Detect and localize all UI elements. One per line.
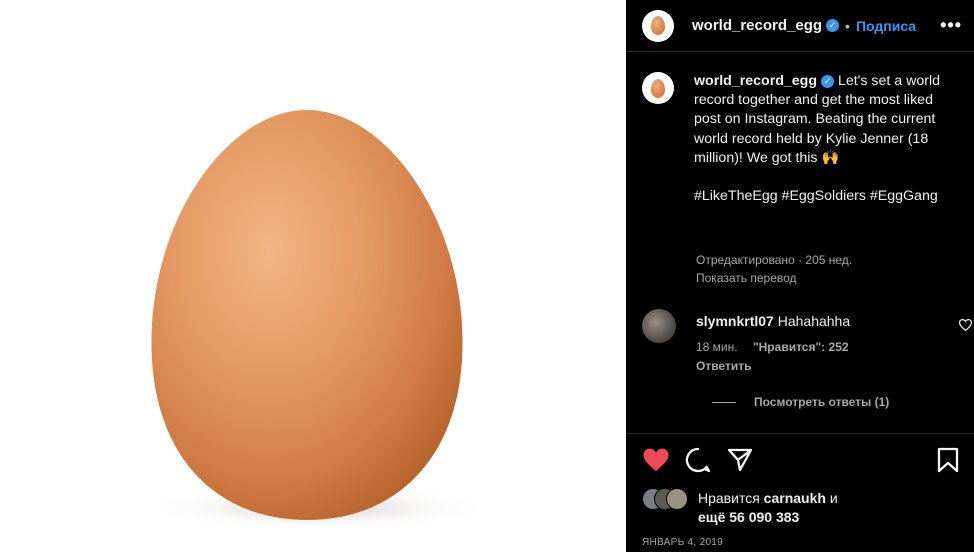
caption-username[interactable]: world_record_egg <box>694 73 817 89</box>
translate-link[interactable]: Показать перевод <box>696 271 797 285</box>
likes-user[interactable]: carnaukh <box>764 490 826 506</box>
likes-summary[interactable]: Нравится carnaukh и ещё 56 090 383 <box>698 489 958 527</box>
header-separator: • <box>845 17 850 34</box>
likes-and: и <box>829 490 838 506</box>
liker-avatars[interactable] <box>642 488 688 510</box>
comment-meta: 18 мин. "Нравится": 252 <box>696 340 849 354</box>
liker-avatar <box>666 488 688 510</box>
caption: world_record_egg ✓ Let's set a world reco… <box>642 72 962 206</box>
commenter-avatar[interactable] <box>642 309 676 343</box>
egg-avatar-icon <box>651 78 665 98</box>
author-username[interactable]: world_record_egg <box>692 17 822 34</box>
likes-prefix: Нравится <box>698 490 760 506</box>
post-header: world_record_egg ✓ • Подписа ••• <box>626 0 974 52</box>
view-replies-line <box>712 401 736 403</box>
comment-likes[interactable]: "Нравится": 252 <box>753 340 849 354</box>
view-replies-label: Посмотреть ответы (1) <box>754 395 890 409</box>
post-date: ЯНВАРЬ 4, 2019 <box>642 537 724 548</box>
comment-heart-icon[interactable] <box>959 319 972 331</box>
caption-avatar[interactable] <box>642 72 674 104</box>
comment-time: 18 мин. <box>696 340 738 354</box>
egg-avatar-icon <box>651 16 665 35</box>
divider <box>626 433 974 434</box>
comment-body: Hahahahha <box>777 313 851 329</box>
egg-photo <box>143 110 493 530</box>
verified-badge-icon: ✓ <box>826 19 840 32</box>
post-image[interactable] <box>0 0 626 552</box>
follow-button[interactable]: Подписа <box>856 18 916 34</box>
likes-count[interactable]: ещё 56 090 383 <box>698 509 799 525</box>
author-avatar[interactable] <box>642 9 674 42</box>
post-sidebar: world_record_egg ✓ • Подписа ••• world_r… <box>626 0 974 552</box>
verified-badge-icon: ✓ <box>821 75 834 88</box>
post-view: world_record_egg ✓ • Подписа ••• world_r… <box>0 0 974 552</box>
commenter-username[interactable]: slymnkrtl07 <box>696 313 774 329</box>
comment-text: slymnkrtl07 Hahahahha <box>696 313 850 329</box>
caption-text: world_record_egg ✓ Let's set a world reco… <box>694 72 960 206</box>
reply-button[interactable]: Ответить <box>696 359 751 373</box>
comment-icon[interactable] <box>684 446 712 474</box>
bookmark-icon[interactable] <box>934 446 962 474</box>
more-icon[interactable]: ••• <box>940 15 962 36</box>
view-replies-button[interactable]: Посмотреть ответы (1) <box>712 395 889 409</box>
edited-timestamp: Отредактировано · 205 нед. <box>696 253 853 267</box>
action-bar <box>642 446 964 474</box>
caption-hashtags[interactable]: #LikeTheEgg #EggSoldiers #EggGang <box>694 187 960 206</box>
share-icon[interactable] <box>726 446 754 474</box>
heart-icon[interactable] <box>642 446 670 474</box>
